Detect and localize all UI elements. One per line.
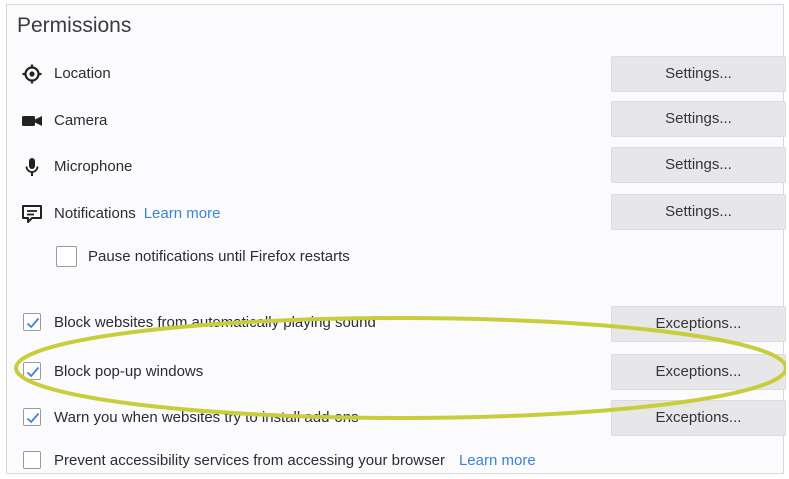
block-popups-checkbox[interactable] <box>23 362 41 380</box>
pause-notifications-label: Pause notifications until Firefox restar… <box>88 248 350 265</box>
prevent-accessibility-checkbox[interactable] <box>23 451 41 469</box>
permission-row-microphone: Microphone Settings... <box>0 147 789 187</box>
notifications-label-text: Notifications <box>54 205 136 222</box>
camera-settings-button[interactable]: Settings... <box>611 101 786 137</box>
checkmark-icon <box>26 366 40 378</box>
location-settings-button[interactable]: Settings... <box>611 56 786 92</box>
block-popups-label: Block pop-up windows <box>54 363 204 380</box>
block-autoplay-label: Block websites from automatically playin… <box>54 314 376 331</box>
prevent-accessibility-label: Prevent accessibility services from acce… <box>54 452 536 469</box>
permission-row-location: Location Settings... <box>0 54 789 94</box>
notifications-learn-more-link[interactable]: Learn more <box>144 205 221 222</box>
checkmark-icon <box>26 317 40 329</box>
camera-label: Camera <box>54 112 108 129</box>
camera-icon <box>21 110 43 132</box>
warn-addons-exceptions-button[interactable]: Exceptions... <box>611 400 786 436</box>
notifications-label: Notifications Learn more <box>54 205 220 222</box>
block-autoplay-checkbox[interactable] <box>23 313 41 331</box>
section-title: Permissions <box>17 14 132 37</box>
warn-addons-label: Warn you when websites try to install ad… <box>54 409 359 426</box>
accessibility-learn-more-link[interactable]: Learn more <box>459 452 536 469</box>
prevent-accessibility-label-text: Prevent accessibility services from acce… <box>54 452 445 469</box>
microphone-label: Microphone <box>54 158 133 175</box>
location-label: Location <box>54 65 111 82</box>
pause-notifications-checkbox[interactable] <box>56 246 77 267</box>
notifications-icon <box>21 203 43 225</box>
permission-row-notifications: Notifications Learn more Settings... <box>0 194 789 234</box>
warn-addons-checkbox[interactable] <box>23 408 41 426</box>
block-popups-exceptions-button[interactable]: Exceptions... <box>611 354 786 390</box>
microphone-icon <box>21 156 43 178</box>
checkmark-icon <box>26 412 40 424</box>
notifications-settings-button[interactable]: Settings... <box>611 194 786 230</box>
permission-row-camera: Camera Settings... <box>0 101 789 141</box>
location-icon <box>21 63 43 85</box>
microphone-settings-button[interactable]: Settings... <box>611 147 786 183</box>
block-autoplay-exceptions-button[interactable]: Exceptions... <box>611 306 786 342</box>
